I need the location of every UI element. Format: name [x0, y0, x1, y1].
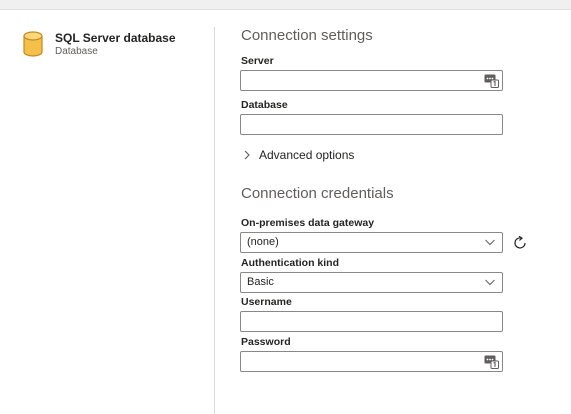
connector-header: SQL Server database Database: [23, 31, 176, 58]
server-label: Server: [241, 55, 274, 67]
database-label: Database: [241, 99, 288, 111]
auth-kind-select[interactable]: Basic: [240, 272, 503, 293]
username-input[interactable]: [240, 311, 503, 332]
chevron-down-icon: [485, 279, 495, 286]
auth-kind-label: Authentication kind: [241, 257, 339, 269]
parameter-icon[interactable]: [484, 74, 499, 88]
pane-divider: [214, 27, 215, 414]
chevron-right-icon: [244, 150, 250, 160]
advanced-options-toggle[interactable]: Advanced options: [243, 148, 354, 162]
refresh-icon[interactable]: [512, 235, 528, 251]
gateway-label: On-premises data gateway: [241, 217, 375, 229]
username-label: Username: [241, 296, 292, 308]
password-input[interactable]: [240, 351, 503, 372]
chevron-down-icon: [485, 239, 495, 246]
password-label: Password: [241, 336, 291, 348]
gateway-selected-value: (none): [247, 236, 279, 248]
advanced-options-label: Advanced options: [259, 148, 355, 162]
gateway-select[interactable]: (none): [240, 232, 503, 253]
top-bar: [0, 0, 571, 10]
connection-settings-title: Connection settings: [241, 27, 373, 44]
database-input[interactable]: [240, 114, 503, 135]
server-input[interactable]: [240, 70, 503, 91]
connector-type: Database: [55, 46, 98, 57]
database-icon: [23, 31, 43, 57]
parameter-icon[interactable]: [484, 355, 499, 369]
auth-kind-selected-value: Basic: [247, 276, 274, 288]
connection-credentials-title: Connection credentials: [241, 185, 394, 202]
connector-name: SQL Server database: [55, 31, 176, 45]
